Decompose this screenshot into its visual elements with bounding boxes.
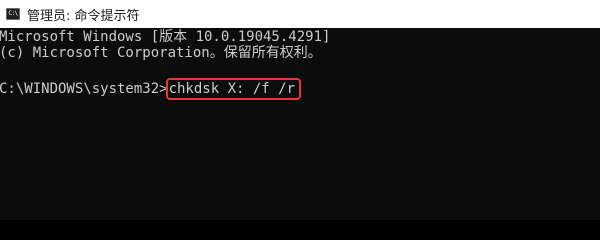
cmd-app-icon-glyph: C:\ <box>8 10 18 17</box>
console-output[interactable]: Microsoft Windows [版本 10.0.19045.4291] (… <box>0 28 600 220</box>
window-title: 管理员: 命令提示符 <box>27 8 140 24</box>
command-text: chkdsk X: /f /r <box>168 81 296 97</box>
prompt-path: C:\WINDOWS\system32> <box>0 81 168 97</box>
copyright-line: (c) Microsoft Corporation。保留所有权利。 <box>0 45 322 61</box>
command-line: C:\WINDOWS\system32>chkdsk X: /f /r <box>0 78 302 100</box>
title-bar[interactable]: C:\ 管理员: 命令提示符 <box>0 0 600 28</box>
command-highlight[interactable]: chkdsk X: /f /r <box>165 78 302 100</box>
command-prompt-window: C:\ 管理员: 命令提示符 Microsoft Windows [版本 10.… <box>0 0 600 220</box>
cmd-app-icon[interactable]: C:\ <box>6 8 20 20</box>
